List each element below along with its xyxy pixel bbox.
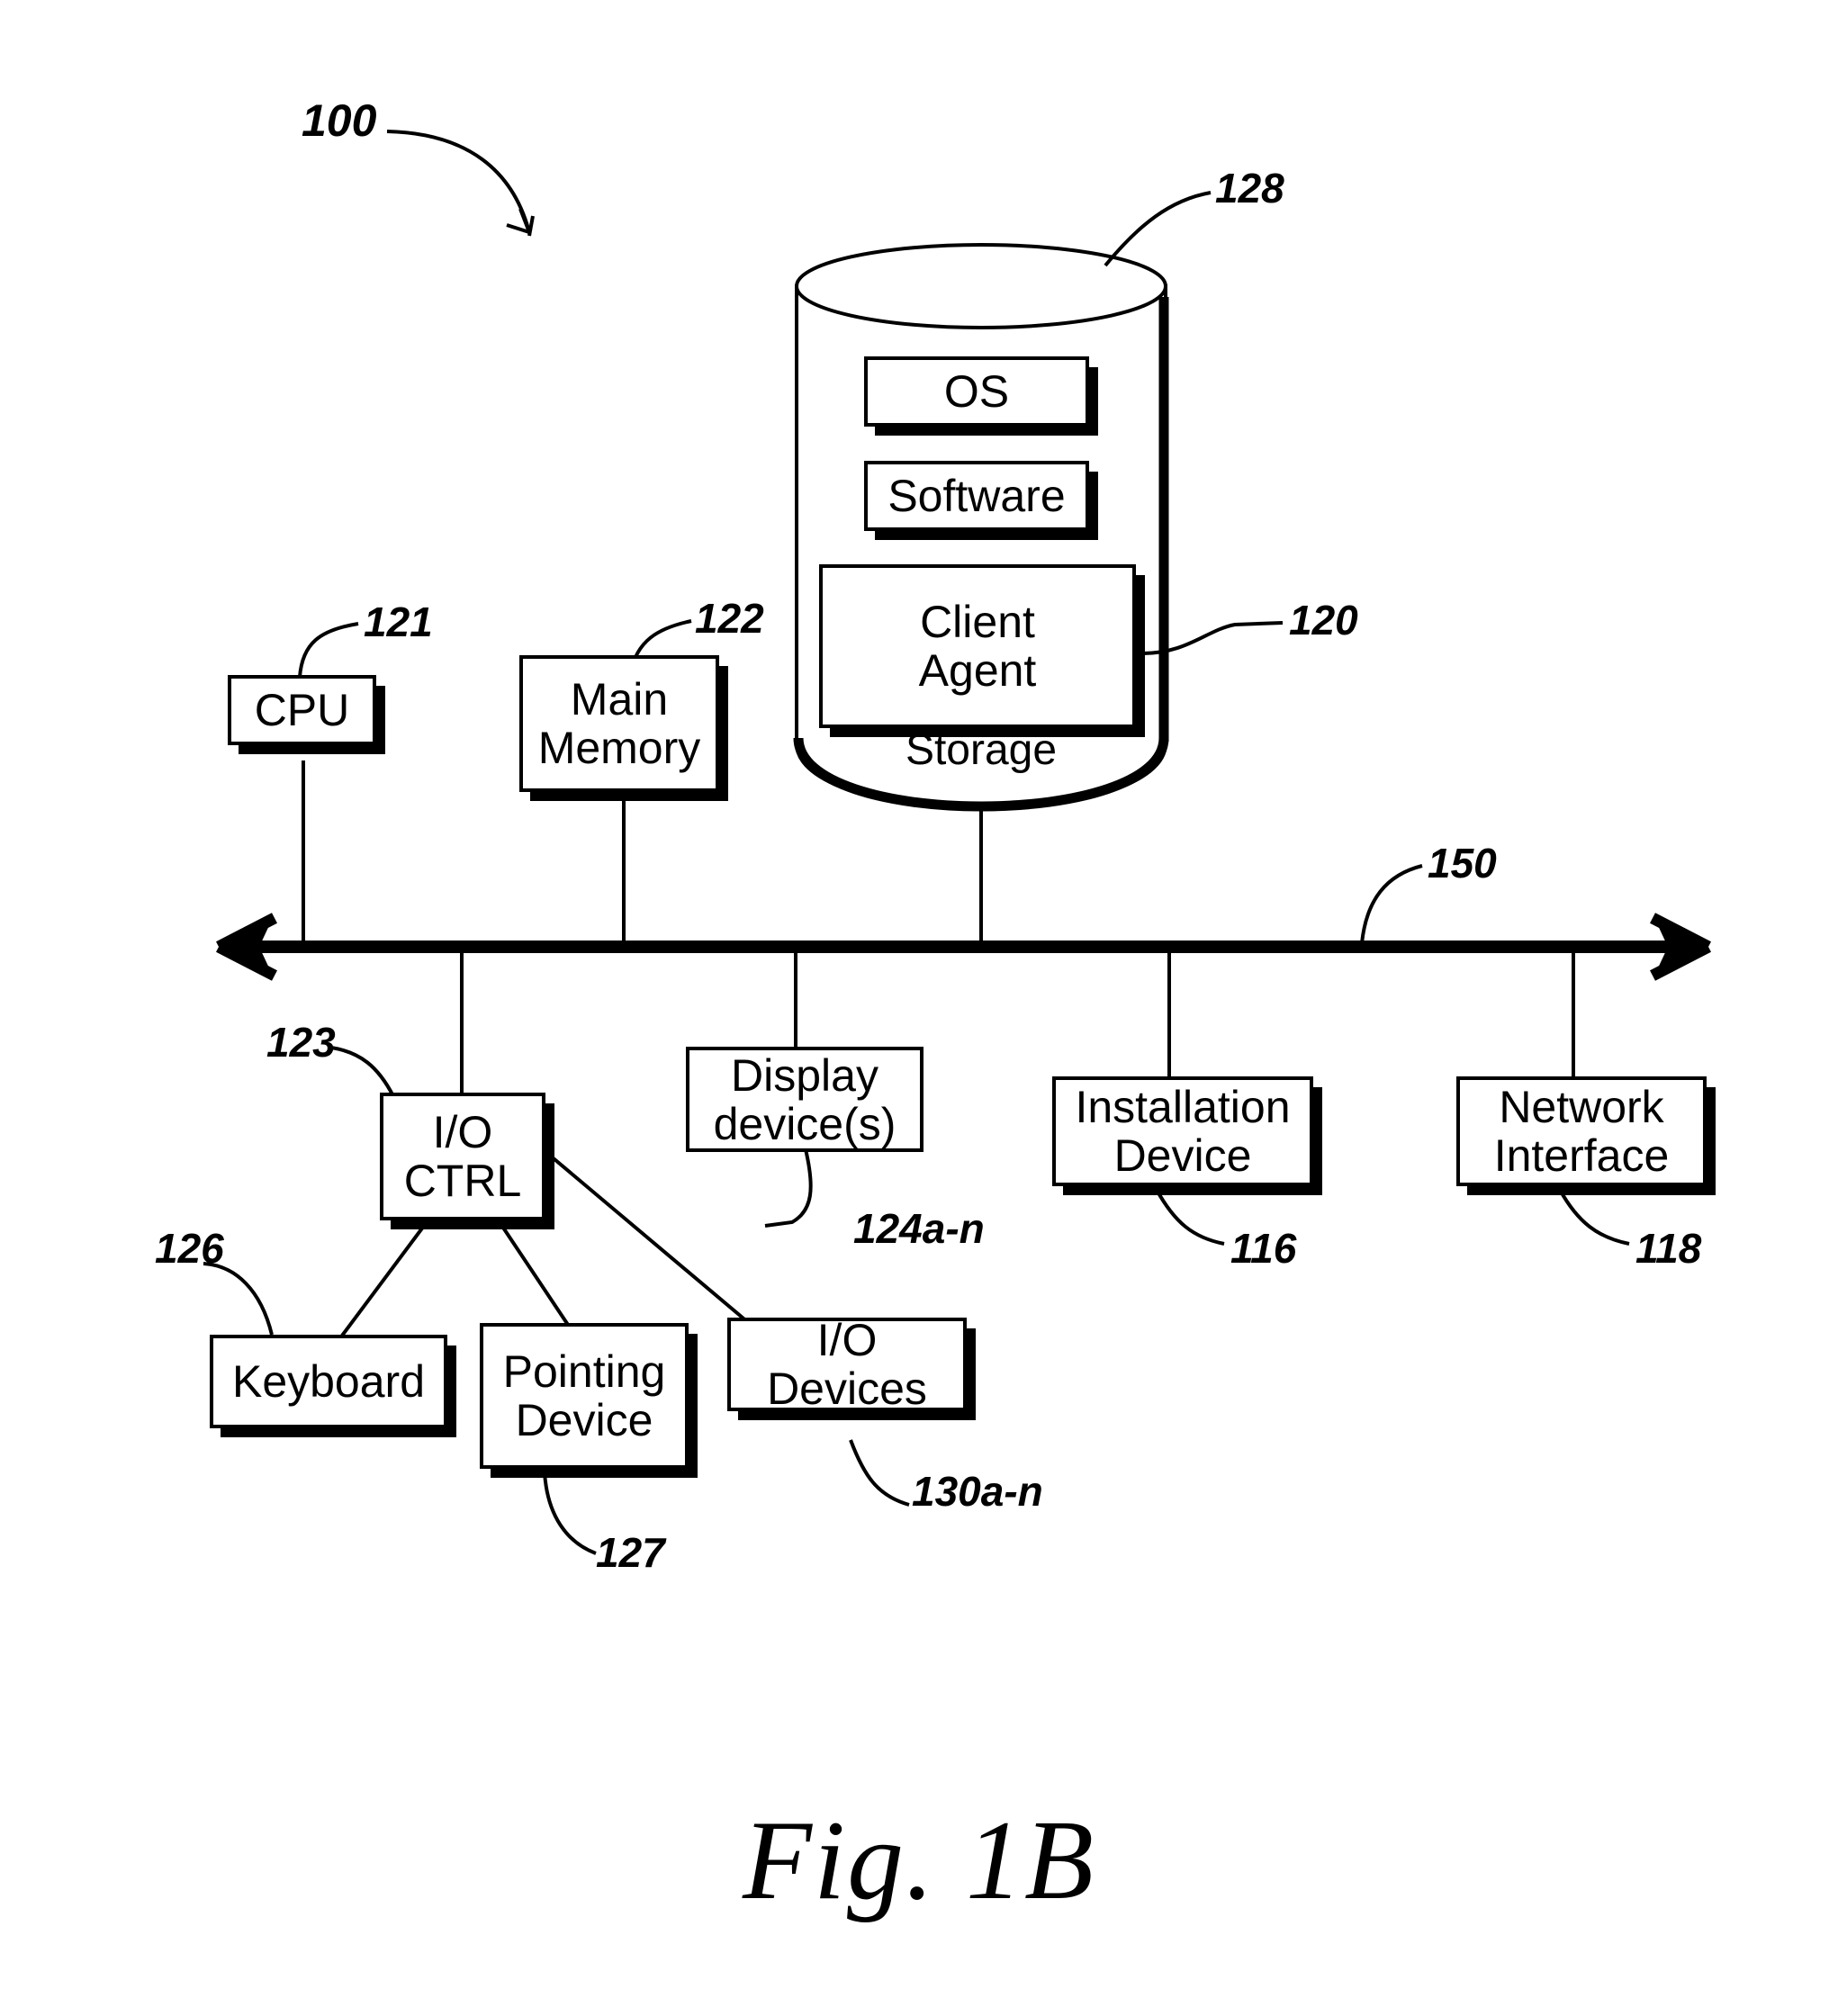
installation-device-box-label: Installation Device — [1075, 1082, 1291, 1181]
ref-118: 118 — [1635, 1225, 1702, 1272]
ref-116: 116 — [1230, 1225, 1297, 1272]
ref-126: 126 — [155, 1225, 224, 1272]
ref-100: 100 — [302, 95, 377, 146]
keyboard-box: Keyboard — [210, 1335, 447, 1428]
main-memory-box: Main Memory — [519, 655, 719, 792]
os-box: OS — [864, 356, 1089, 427]
software-box: Software — [864, 461, 1089, 531]
ref-123: 123 — [266, 1019, 336, 1066]
os-box-label: OS — [943, 366, 1010, 417]
main-memory-box-label: Main Memory — [537, 674, 701, 773]
ref-130a-n: 130a-n — [912, 1468, 1043, 1515]
client-agent-box: Client Agent — [819, 564, 1136, 728]
cpu-box: CPU — [228, 675, 376, 745]
network-interface-box: Network Interface — [1456, 1076, 1707, 1186]
storage-ref-leader — [1104, 191, 1212, 267]
ref-150: 150 — [1428, 840, 1497, 886]
patent-figure-page: 100 128 120 150 121 122 123 124a-n 116 1… — [0, 0, 1838, 2016]
io-ctrl-box-label: I/O CTRL — [403, 1107, 522, 1206]
system-bus — [216, 913, 1711, 981]
display-device-box-label: Display device(s) — [713, 1049, 896, 1149]
ref-124a-n: 124a-n — [853, 1205, 985, 1252]
software-box-label: Software — [887, 471, 1066, 521]
ref-127: 127 — [596, 1529, 665, 1576]
ref-122: 122 — [695, 595, 764, 642]
io-ctrl-box: I/O CTRL — [380, 1093, 545, 1220]
bus-drop-lines-down — [460, 952, 1575, 1094]
bus-ref-leader — [1360, 864, 1423, 944]
network-interface-box-label: Network Interface — [1493, 1082, 1670, 1181]
pointing-device-box-label: Pointing Device — [502, 1346, 666, 1445]
client-agent-box-label: Client Agent — [918, 597, 1037, 696]
io-devices-box-label: I/O Devices — [767, 1315, 927, 1414]
ref-121: 121 — [364, 598, 433, 645]
ref-120: 120 — [1289, 597, 1358, 644]
display-device-box: Display device(s) — [686, 1047, 924, 1152]
io-devices-box: I/O Devices — [727, 1315, 967, 1414]
figure-caption: Fig. 1B — [743, 1798, 1095, 1923]
keyboard-box-label: Keyboard — [231, 1356, 426, 1407]
ref-128: 128 — [1215, 165, 1284, 212]
pointing-device-box: Pointing Device — [480, 1323, 689, 1469]
cpu-box-label: CPU — [254, 685, 350, 735]
system-ref-leader — [386, 130, 535, 237]
installation-device-box: Installation Device — [1052, 1076, 1313, 1186]
diagram-vector-layer — [203, 130, 1711, 1555]
storage-label: Storage — [905, 726, 1058, 774]
